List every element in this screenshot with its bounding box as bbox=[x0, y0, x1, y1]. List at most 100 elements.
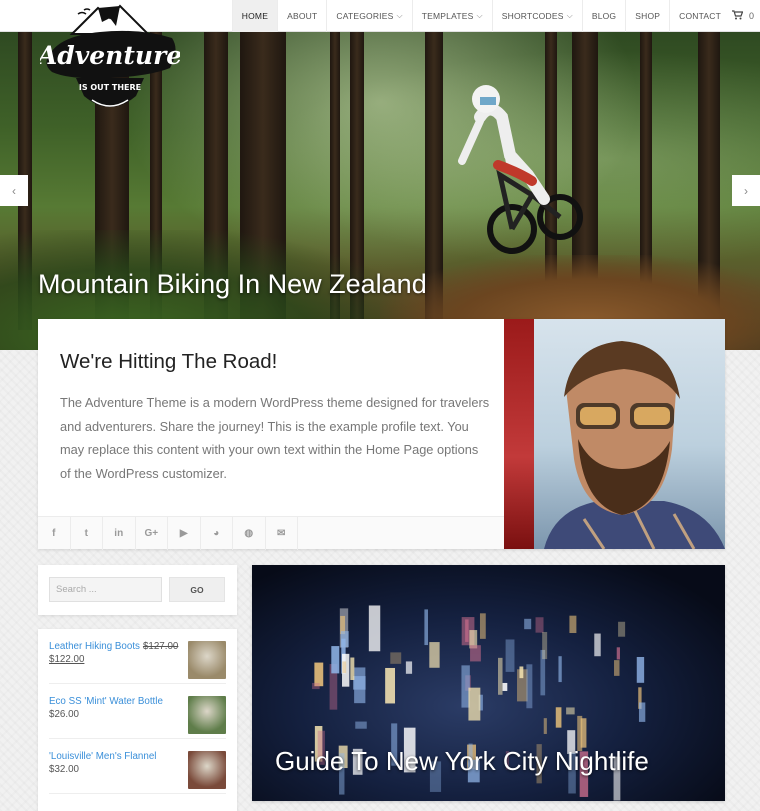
main-menu: HOME ABOUT CATEGORIES ⌵ TEMPLATES ⌵ SHORTCODES… bbox=[231, 0, 730, 32]
city-light bbox=[429, 642, 440, 668]
mountain-biker bbox=[458, 85, 583, 254]
slider-next-button[interactable]: › bbox=[732, 175, 760, 206]
city-light bbox=[312, 682, 320, 690]
city-light bbox=[342, 661, 347, 674]
city-light bbox=[524, 618, 532, 630]
city-light bbox=[616, 647, 620, 660]
logo-tagline: IS OUT THERE bbox=[79, 83, 141, 92]
product-price: $26.00 bbox=[49, 709, 79, 720]
city-light bbox=[542, 631, 548, 660]
search-widget: GO bbox=[38, 565, 237, 615]
nav-item-shop[interactable]: SHOP bbox=[625, 0, 669, 32]
city-light bbox=[470, 645, 481, 662]
city-light bbox=[558, 656, 562, 683]
chevron-down-icon: ⌵ bbox=[396, 11, 403, 20]
product-old-price: $127.00 bbox=[142, 641, 179, 652]
twitter-icon[interactable]: t bbox=[71, 517, 103, 550]
product-name[interactable]: Leather Hiking Boots $127.00 bbox=[49, 639, 184, 654]
city-light bbox=[505, 639, 515, 672]
profile-text: The Adventure Theme is a modern WordPres… bbox=[60, 395, 490, 481]
chevron-right-icon: › bbox=[744, 183, 748, 198]
product-name[interactable]: 'Louisville' Men's Flannel bbox=[49, 749, 184, 764]
linkedin-icon[interactable]: in bbox=[103, 517, 136, 550]
youtube-icon[interactable]: ▶ bbox=[168, 517, 201, 550]
search-input[interactable] bbox=[49, 577, 162, 602]
city-light bbox=[350, 657, 355, 681]
product-name-label: Leather Hiking Boots bbox=[49, 641, 140, 652]
search-go-button[interactable]: GO bbox=[169, 577, 225, 602]
github-icon[interactable]: ◕ bbox=[201, 517, 233, 550]
slider-prev-button[interactable]: ‹ bbox=[0, 175, 28, 206]
city-light bbox=[535, 617, 544, 633]
product-thumbnail[interactable] bbox=[188, 751, 226, 789]
nav-item-label: CONTACT bbox=[679, 11, 721, 21]
city-light bbox=[385, 667, 396, 704]
city-light bbox=[502, 682, 508, 691]
chevron-down-icon: ⌵ bbox=[566, 11, 573, 20]
product-thumbnail[interactable] bbox=[188, 696, 226, 734]
city-light bbox=[314, 662, 324, 687]
nav-item-home[interactable]: HOME bbox=[231, 0, 278, 32]
city-light bbox=[497, 657, 503, 695]
nav-item-templates[interactable]: TEMPLATES ⌵ bbox=[411, 0, 492, 32]
nav-item-label: SHORTCODES bbox=[501, 11, 564, 21]
dribbble-icon[interactable]: ◍ bbox=[233, 517, 266, 550]
city-light bbox=[526, 664, 533, 709]
city-light bbox=[569, 615, 577, 634]
featured-post-card[interactable]: Guide To New York City Nightlife bbox=[252, 565, 725, 801]
products-widget: Leather Hiking Boots $127.00 $122.00 Eco SS… bbox=[38, 629, 237, 811]
post-title[interactable]: Guide To New York City Nightlife bbox=[275, 746, 649, 777]
nav-item-label: TEMPLATES bbox=[421, 11, 474, 21]
site-logo[interactable]: Adventure IS OUT THERE bbox=[36, 2, 182, 120]
cart-link[interactable]: 0 bbox=[731, 0, 754, 32]
product-name-label: Eco SS 'Mint' Water Bottle bbox=[49, 696, 163, 707]
city-light bbox=[594, 633, 601, 657]
city-light bbox=[566, 707, 575, 715]
city-light bbox=[636, 656, 645, 683]
city-light bbox=[405, 661, 413, 674]
hero-title[interactable]: Mountain Biking In New Zealand bbox=[38, 269, 427, 300]
nav-item-contact[interactable]: CONTACT bbox=[669, 0, 730, 32]
product-item[interactable]: 'Louisville' Men's Flannel $32.00 bbox=[49, 739, 226, 794]
cart-count: 0 bbox=[748, 11, 754, 21]
nav-item-shortcodes[interactable]: SHORTCODES ⌵ bbox=[491, 0, 582, 32]
google-plus-icon[interactable]: G+ bbox=[136, 517, 168, 550]
city-light bbox=[618, 621, 626, 637]
city-light bbox=[479, 613, 486, 639]
facebook-icon[interactable]: f bbox=[38, 517, 71, 550]
profile-portrait bbox=[504, 319, 725, 549]
city-light bbox=[543, 718, 547, 734]
product-item[interactable]: Eco SS 'Mint' Water Bottle $26.00 bbox=[49, 684, 226, 739]
city-light bbox=[424, 609, 429, 646]
nav-item-blog[interactable]: BLOG bbox=[581, 0, 625, 32]
city-light bbox=[354, 667, 366, 704]
nav-item-about[interactable]: ABOUT bbox=[277, 0, 326, 32]
city-light bbox=[614, 660, 620, 676]
logo-word: Adventure bbox=[40, 41, 180, 70]
email-icon[interactable]: ✉ bbox=[266, 517, 298, 550]
product-item[interactable]: Leather Hiking Boots $127.00 $122.00 bbox=[49, 629, 226, 684]
city-light bbox=[331, 646, 340, 674]
product-thumbnail[interactable] bbox=[188, 641, 226, 679]
nav-item-label: SHOP bbox=[635, 11, 661, 21]
shopping-cart-icon bbox=[731, 9, 744, 23]
nav-item-label: BLOG bbox=[591, 11, 617, 21]
nav-item-label: ABOUT bbox=[287, 11, 318, 21]
nav-item-label: CATEGORIES bbox=[336, 11, 394, 21]
product-price: $122.00 bbox=[49, 654, 85, 665]
city-light bbox=[355, 721, 367, 729]
nav-item-categories[interactable]: CATEGORIES ⌵ bbox=[326, 0, 411, 32]
product-name[interactable]: Eco SS 'Mint' Water Bottle bbox=[49, 694, 184, 709]
city-light bbox=[390, 652, 402, 664]
product-name-label: 'Louisville' Men's Flannel bbox=[49, 751, 157, 762]
city-light bbox=[638, 702, 646, 722]
chevron-down-icon: ⌵ bbox=[476, 11, 483, 20]
city-light bbox=[468, 687, 481, 721]
profile-card: We're Hitting The Road! The Adventure Th… bbox=[38, 319, 725, 550]
profile-heading: We're Hitting The Road! bbox=[60, 350, 278, 373]
product-price: $32.00 bbox=[49, 764, 79, 775]
nav-item-label: HOME bbox=[241, 11, 269, 21]
city-light bbox=[555, 707, 562, 728]
city-light bbox=[519, 666, 524, 679]
chevron-left-icon: ‹ bbox=[12, 183, 16, 198]
